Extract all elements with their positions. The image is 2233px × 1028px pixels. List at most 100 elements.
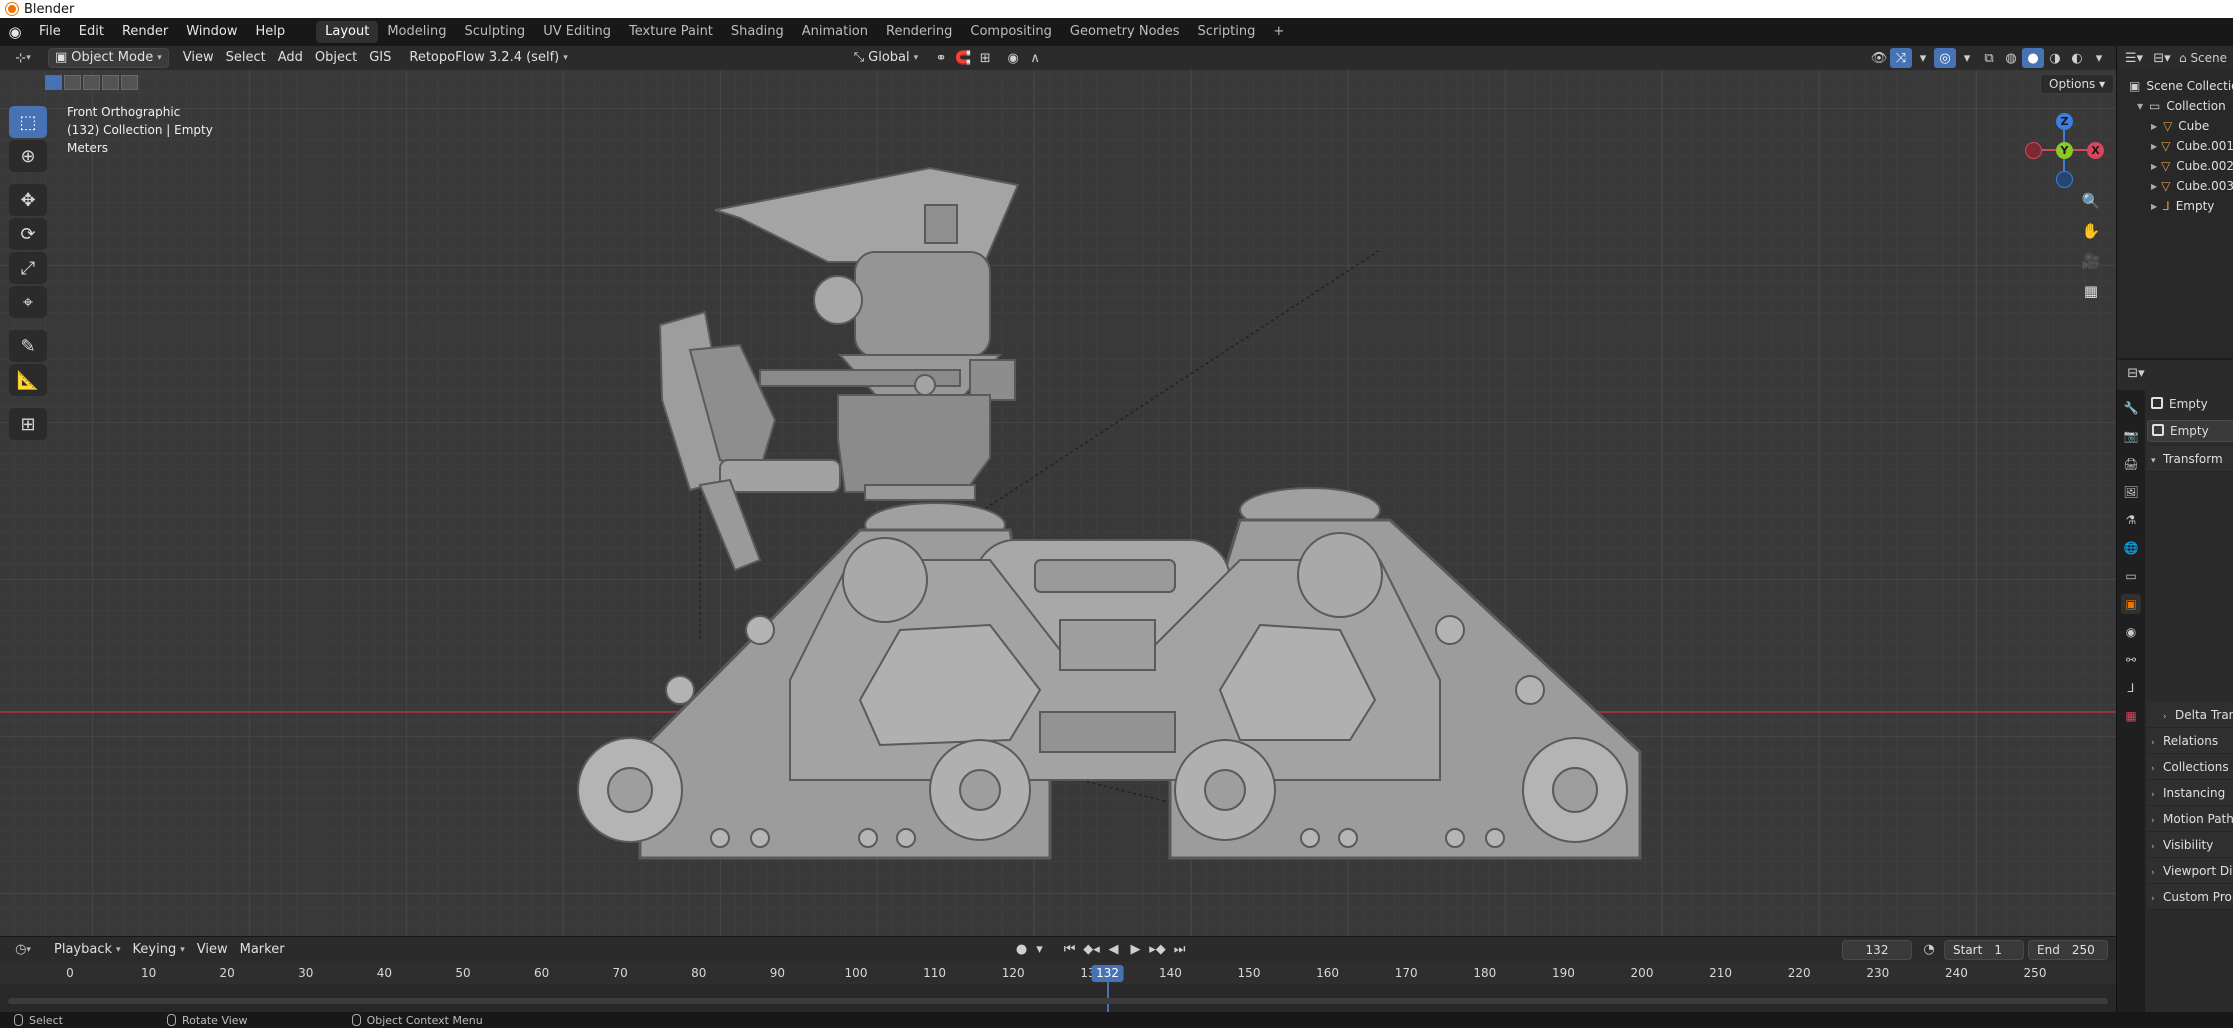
constraints-tab-icon[interactable]: ⚯ bbox=[2121, 650, 2141, 670]
tab-animation[interactable]: Animation bbox=[793, 21, 877, 43]
transform-orientation-dropdown[interactable]: ⤡ Global ▾ bbox=[848, 48, 924, 68]
expand-arrow-icon[interactable]: ▼ bbox=[2137, 102, 2149, 111]
play-icon[interactable]: ▶ bbox=[1125, 940, 1147, 960]
navigation-gizmo[interactable]: Z Y X bbox=[2020, 110, 2108, 190]
playhead-frame-label[interactable]: 132 bbox=[1091, 965, 1124, 982]
select-intersect-icon[interactable] bbox=[121, 75, 138, 90]
object-tab-icon[interactable]: ▣ bbox=[2121, 594, 2141, 614]
gizmo-neg-z-axis[interactable] bbox=[2056, 171, 2073, 188]
select-new-icon[interactable] bbox=[45, 75, 62, 90]
blender-menu-icon[interactable]: ◉ bbox=[0, 21, 30, 43]
scene-selector[interactable]: ⌂ Scene bbox=[2179, 51, 2227, 65]
panel-viewport-display[interactable]: ›Viewport Display bbox=[2147, 858, 2233, 884]
visibility-icon[interactable]: 👁 bbox=[1868, 48, 1890, 68]
gizmo-y-axis[interactable]: Y bbox=[2056, 142, 2073, 159]
wireframe-shading-icon[interactable]: ◍ bbox=[2000, 48, 2022, 68]
play-reverse-icon[interactable]: ◀ bbox=[1103, 940, 1125, 960]
view-layer-tab-icon[interactable]: 🖼 bbox=[2121, 482, 2141, 502]
3d-viewport[interactable]: Front Orthographic (132) Collection | Em… bbox=[0, 70, 2116, 936]
outliner-editor-type-icon[interactable]: ☰▾ bbox=[2123, 48, 2145, 68]
outliner-row-cube-001[interactable]: ▶ ▽ Cube.001 bbox=[2117, 136, 2233, 156]
outliner-row-cube[interactable]: ▶ ▽ Cube bbox=[2117, 116, 2233, 136]
texture-tab-icon[interactable]: ▦ bbox=[2121, 706, 2141, 726]
world-tab-icon[interactable]: 🌐 bbox=[2121, 538, 2141, 558]
annotate-tool-icon[interactable]: ✎ bbox=[9, 330, 47, 362]
expand-arrow-icon[interactable]: ▶ bbox=[2151, 142, 2161, 151]
tab-shading[interactable]: Shading bbox=[722, 21, 793, 43]
retopoflow-menu[interactable]: RetopoFlow 3.2.4 (self) ▾ bbox=[403, 48, 573, 68]
mode-dropdown[interactable]: ▣ Object Mode ▾ bbox=[48, 48, 169, 68]
object-data-field[interactable]: Empty bbox=[2147, 420, 2233, 442]
gizmo-dropdown-icon[interactable]: ▾ bbox=[1912, 48, 1934, 68]
keying-menu[interactable]: Keying ▾ bbox=[127, 940, 191, 960]
jump-start-icon[interactable]: ⏮ bbox=[1059, 940, 1081, 960]
expand-arrow-icon[interactable]: ▶ bbox=[2151, 162, 2161, 171]
outliner-row-cube-002[interactable]: ▶ ▽ Cube.002 bbox=[2117, 156, 2233, 176]
object-data-tab-icon[interactable]: ⅃ bbox=[2121, 678, 2141, 698]
camera-view-icon[interactable]: 🎥 bbox=[2078, 250, 2104, 272]
keying-dropdown-icon[interactable]: ▾ bbox=[1033, 940, 1047, 960]
select-extend-icon[interactable] bbox=[64, 75, 81, 90]
use-preview-range-icon[interactable]: ◔ bbox=[1918, 940, 1940, 960]
editor-type-icon[interactable]: ⊹ ▾ bbox=[8, 48, 38, 68]
panel-instancing[interactable]: › Instancing bbox=[2147, 780, 2233, 806]
pan-hand-icon[interactable]: ✋ bbox=[2078, 220, 2104, 242]
frame-ruler[interactable]: 0102030405060708090100110120130140150160… bbox=[0, 962, 2116, 984]
marker-menu[interactable]: Marker bbox=[234, 940, 291, 960]
auto-keying-icon[interactable]: ● bbox=[1011, 940, 1033, 960]
select-difference-icon[interactable] bbox=[102, 75, 119, 90]
snap-icon[interactable]: 🧲 bbox=[952, 48, 974, 68]
ortho-grid-icon[interactable]: ▦ bbox=[2078, 280, 2104, 302]
select-box-tool-icon[interactable]: ⬚ bbox=[9, 106, 47, 138]
solid-shading-icon[interactable]: ● bbox=[2022, 48, 2044, 68]
display-mode-icon[interactable]: ⊟▾ bbox=[2151, 48, 2173, 68]
tool-tab-icon[interactable]: 🔧 bbox=[2121, 398, 2141, 418]
rotate-tool-icon[interactable]: ⟳ bbox=[9, 218, 47, 250]
select-subtract-icon[interactable] bbox=[83, 75, 100, 90]
menu-gis[interactable]: GIS bbox=[363, 48, 397, 68]
shading-dropdown-icon[interactable]: ▾ bbox=[2088, 48, 2110, 68]
gizmo-z-axis[interactable]: Z bbox=[2056, 113, 2073, 130]
panel-visibility[interactable]: › Visibility bbox=[2147, 832, 2233, 858]
tab-compositing[interactable]: Compositing bbox=[961, 21, 1061, 43]
timeline-scrollbar[interactable] bbox=[8, 998, 2108, 1004]
outliner-row-scene-collection[interactable]: ▣ Scene Collection bbox=[2117, 76, 2233, 96]
gizmo-neg-x-axis[interactable] bbox=[2025, 142, 2042, 159]
tab-geometry-nodes[interactable]: Geometry Nodes bbox=[1061, 21, 1189, 43]
panel-custom-properties[interactable]: ›Custom Properties bbox=[2147, 884, 2233, 910]
add-cube-tool-icon[interactable]: ⊞ bbox=[9, 408, 47, 440]
panel-motion-paths[interactable]: › Motion Paths bbox=[2147, 806, 2233, 832]
falloff-icon[interactable]: ∧ bbox=[1024, 48, 1046, 68]
scene-tab-icon[interactable]: ⚗ bbox=[2121, 510, 2141, 530]
scale-tool-icon[interactable]: ⤢ bbox=[9, 252, 47, 284]
expand-arrow-icon[interactable]: ▶ bbox=[2151, 122, 2163, 131]
menu-file[interactable]: File bbox=[30, 21, 70, 43]
start-frame-field[interactable]: Start 1 bbox=[1944, 939, 2024, 960]
current-frame-field[interactable]: 132 bbox=[1842, 939, 1912, 960]
pivot-point-icon[interactable]: ⚭ bbox=[930, 48, 952, 68]
gizmo-toggle-icon[interactable]: ⤨ bbox=[1890, 48, 1912, 68]
tab-uv-editing[interactable]: UV Editing bbox=[534, 21, 620, 43]
playhead-line[interactable] bbox=[1106, 982, 1109, 1012]
timeline-editor-type-icon[interactable]: ◷ ▾ bbox=[8, 940, 38, 960]
prev-keyframe-icon[interactable]: ◆◂ bbox=[1081, 940, 1103, 960]
zoom-icon[interactable]: 🔍 bbox=[2078, 190, 2104, 212]
gizmo-x-axis[interactable]: X bbox=[2087, 142, 2104, 159]
expand-arrow-icon[interactable]: ▶ bbox=[2151, 202, 2163, 211]
robot-model[interactable] bbox=[560, 165, 1660, 936]
tab-texture-paint[interactable]: Texture Paint bbox=[620, 21, 722, 43]
output-tab-icon[interactable]: 🖨 bbox=[2121, 454, 2141, 474]
panel-relations[interactable]: › Relations bbox=[2147, 728, 2233, 754]
tab-scripting[interactable]: Scripting bbox=[1189, 21, 1265, 43]
tab-sculpting[interactable]: Sculpting bbox=[455, 21, 534, 43]
menu-help[interactable]: Help bbox=[247, 21, 295, 43]
outliner-row-cube-003[interactable]: ▶ ▽ Cube.003 bbox=[2117, 176, 2233, 196]
timeline[interactable]: 0102030405060708090100110120130140150160… bbox=[0, 962, 2116, 1012]
tab-rendering[interactable]: Rendering bbox=[877, 21, 961, 43]
expand-arrow-icon[interactable]: ▶ bbox=[2151, 182, 2161, 191]
tab-layout[interactable]: Layout bbox=[316, 21, 379, 43]
collection-tab-icon[interactable]: ▭ bbox=[2121, 566, 2141, 586]
material-shading-icon[interactable]: ◑ bbox=[2044, 48, 2066, 68]
move-tool-icon[interactable]: ✥ bbox=[9, 184, 47, 216]
menu-edit[interactable]: Edit bbox=[70, 21, 113, 43]
